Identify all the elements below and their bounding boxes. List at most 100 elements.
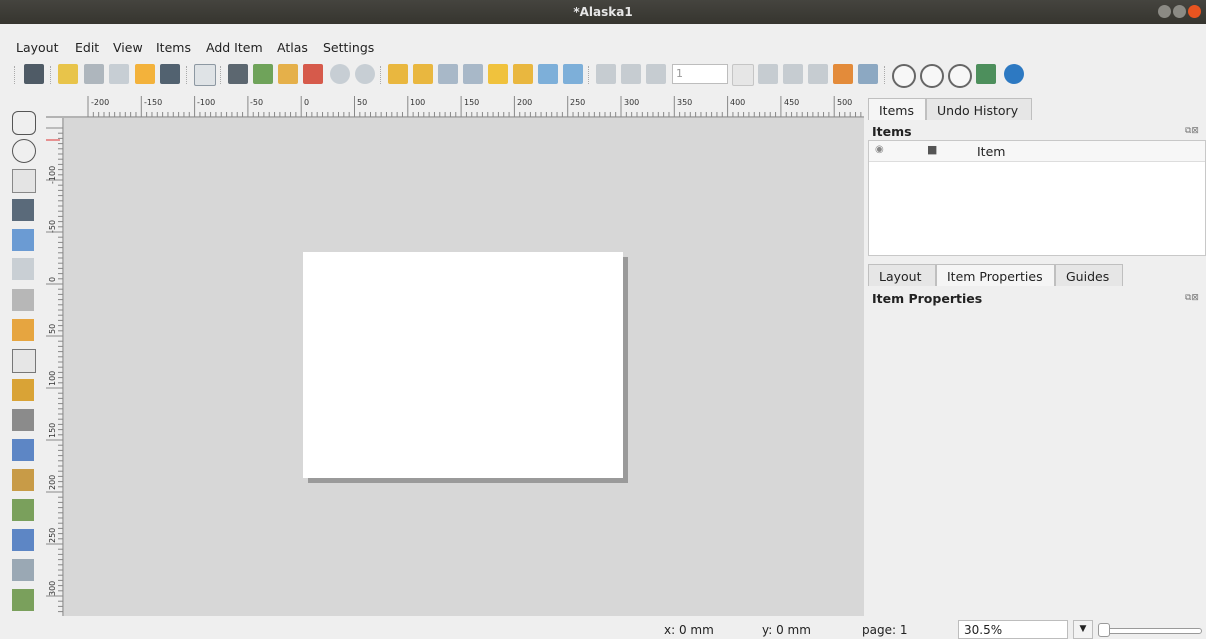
pan-icon[interactable] xyxy=(12,111,36,135)
ruler-label: -50 xyxy=(250,98,264,107)
close-button[interactable] xyxy=(1188,5,1201,18)
edit-nodes-icon[interactable] xyxy=(12,229,34,251)
tab-items[interactable]: Items xyxy=(868,98,926,120)
add-attribute-table-icon[interactable] xyxy=(12,589,34,611)
ruler-label: 300 xyxy=(624,98,640,107)
title-bar: *Alaska1 xyxy=(0,0,1206,24)
ruler-label: 300 xyxy=(48,580,57,596)
layout-canvas[interactable] xyxy=(64,118,864,616)
zoom-level-field[interactable]: 30.5% xyxy=(958,620,1068,639)
zoom-out-icon[interactable] xyxy=(920,64,944,88)
add-arrow-icon[interactable] xyxy=(12,499,34,521)
tab-item-properties[interactable]: Item Properties xyxy=(936,264,1055,286)
add-legend-icon[interactable] xyxy=(12,379,34,401)
export-image-icon[interactable] xyxy=(253,64,273,84)
ruler-label: 0 xyxy=(304,98,310,107)
ruler-label: 400 xyxy=(730,98,746,107)
last-feature-icon[interactable] xyxy=(783,64,803,84)
maximize-button[interactable] xyxy=(1173,5,1186,18)
new-layout-icon[interactable] xyxy=(58,64,78,84)
ruler-label: -150 xyxy=(144,98,163,107)
first-feature-icon[interactable] xyxy=(621,64,641,84)
add-scalebar-icon[interactable] xyxy=(12,409,34,431)
ruler-label: 350 xyxy=(677,98,693,107)
save-template-icon[interactable] xyxy=(160,64,180,84)
refresh-icon[interactable] xyxy=(1004,64,1024,84)
layout-manager-icon[interactable] xyxy=(109,64,129,84)
zoom-tool-icon[interactable] xyxy=(12,139,36,163)
page-dropdown-icon[interactable] xyxy=(732,64,754,86)
lock-column-icon: ■ xyxy=(927,143,938,156)
group-icon[interactable] xyxy=(388,64,408,84)
zoom-slider-handle[interactable] xyxy=(1098,623,1110,637)
item-column-header[interactable]: Item xyxy=(977,144,1005,159)
zoom-full-icon[interactable] xyxy=(976,64,996,84)
lock-icon[interactable] xyxy=(438,64,458,84)
layout-toolbox xyxy=(0,95,44,615)
raise-icon[interactable] xyxy=(488,64,508,84)
page-add-icon[interactable] xyxy=(194,64,216,86)
resize-icon[interactable] xyxy=(563,64,583,84)
zoom-slider[interactable] xyxy=(1100,628,1202,634)
align-icon[interactable] xyxy=(513,64,533,84)
atlas-export-icon[interactable] xyxy=(833,64,853,84)
main-toolbar: 1 xyxy=(0,60,1206,90)
menu-atlas[interactable]: Atlas xyxy=(277,40,308,55)
atlas-preview-icon[interactable] xyxy=(596,64,616,84)
minimize-button[interactable] xyxy=(1158,5,1171,18)
export-pdf-icon[interactable] xyxy=(303,64,323,84)
cursor-y: y: 0 mm xyxy=(762,623,811,637)
zoom-dropdown-icon[interactable]: ▼ xyxy=(1073,620,1093,639)
ruler-label: 50 xyxy=(48,323,57,334)
tab-layout[interactable]: Layout xyxy=(868,264,936,286)
items-list[interactable]: ◉ ■ Item xyxy=(868,140,1206,256)
save-layout-icon[interactable] xyxy=(24,64,44,84)
zoom-100-icon[interactable] xyxy=(948,64,972,88)
items-header: ◉ ■ Item xyxy=(869,141,1205,162)
ruler-label: 0 xyxy=(48,276,57,282)
menu-edit[interactable]: Edit xyxy=(75,40,99,55)
add-label-icon[interactable] xyxy=(12,349,36,373)
tab-guides[interactable]: Guides xyxy=(1055,264,1123,286)
move-content-icon[interactable] xyxy=(12,199,34,221)
add-node-item-icon[interactable] xyxy=(12,529,34,551)
panel-float-icon[interactable]: ⧉⊠ xyxy=(1185,126,1199,136)
layout-page[interactable] xyxy=(303,252,623,478)
menu-items[interactable]: Items xyxy=(156,40,191,55)
export-svg-icon[interactable] xyxy=(278,64,298,84)
ruler-label: 200 xyxy=(48,474,57,490)
vertical-ruler: -100 -50 0 50 100 150 200 250 300 xyxy=(46,118,64,616)
distribute-icon[interactable] xyxy=(538,64,558,84)
ungroup-icon[interactable] xyxy=(413,64,433,84)
print-icon[interactable] xyxy=(228,64,248,84)
menu-add-item[interactable]: Add Item xyxy=(206,40,263,55)
panel-float-icon[interactable]: ⧉⊠ xyxy=(1185,293,1199,303)
redo-icon[interactable] xyxy=(355,64,375,84)
menu-layout[interactable]: Layout xyxy=(16,40,59,55)
add-3d-map-icon[interactable] xyxy=(12,289,34,311)
visibility-icon: ◉ xyxy=(875,144,884,155)
select-tool-icon[interactable] xyxy=(12,169,36,193)
next-feature-icon[interactable] xyxy=(758,64,778,84)
atlas-print-icon[interactable] xyxy=(808,64,828,84)
prev-feature-icon[interactable] xyxy=(646,64,666,84)
ruler-label: 50 xyxy=(357,98,368,107)
add-html-icon[interactable] xyxy=(12,559,34,581)
zoom-in-icon[interactable] xyxy=(892,64,916,88)
undo-icon[interactable] xyxy=(330,64,350,84)
menu-settings[interactable]: Settings xyxy=(323,40,374,55)
add-page-icon[interactable] xyxy=(12,258,34,280)
menu-bar: Layout Edit View Items Add Item Atlas Se… xyxy=(0,38,1206,58)
duplicate-layout-icon[interactable] xyxy=(84,64,104,84)
atlas-settings-icon[interactable] xyxy=(858,64,878,84)
tab-undo-history[interactable]: Undo History xyxy=(926,98,1032,120)
add-picture-icon[interactable] xyxy=(12,319,34,341)
ruler-label: 150 xyxy=(464,98,480,107)
add-north-arrow-icon[interactable] xyxy=(12,439,34,461)
open-template-icon[interactable] xyxy=(135,64,155,84)
menu-view[interactable]: View xyxy=(113,40,143,55)
add-shape-icon[interactable] xyxy=(12,469,34,491)
unlock-icon[interactable] xyxy=(463,64,483,84)
ruler-label: 250 xyxy=(48,527,57,543)
page-number-field[interactable]: 1 xyxy=(672,64,728,84)
